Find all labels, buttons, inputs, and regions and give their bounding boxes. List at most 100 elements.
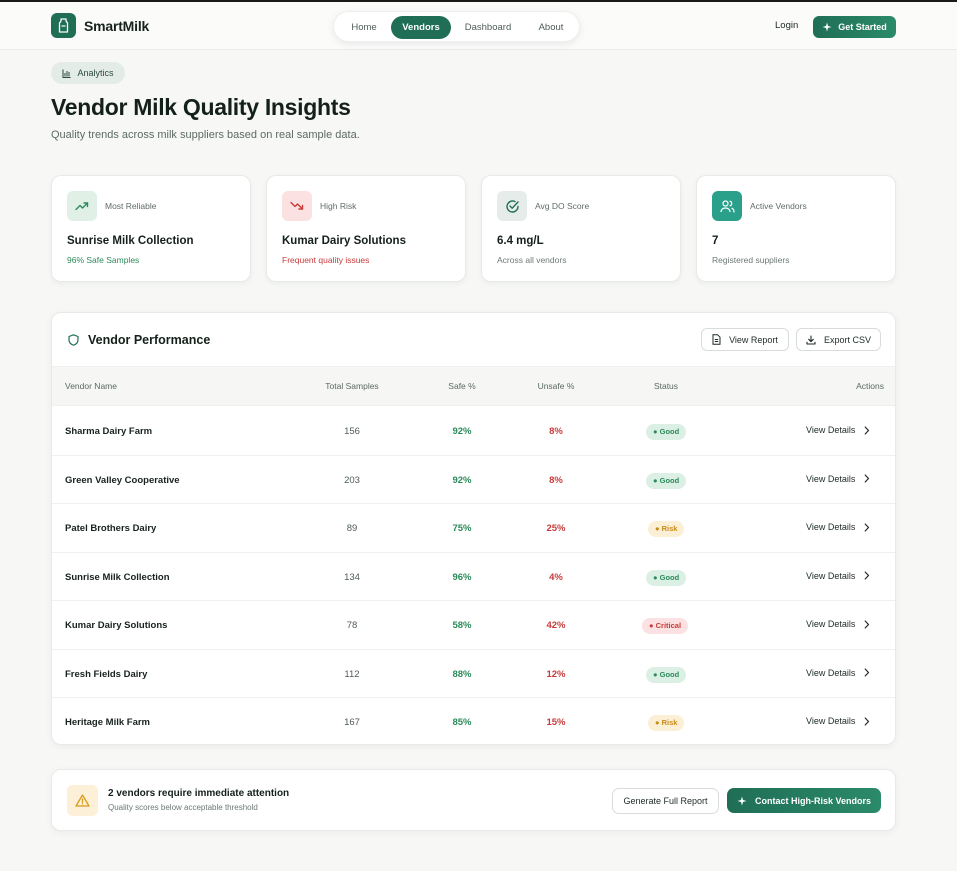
view-details-label: View Details bbox=[806, 425, 856, 435]
status-badge: ● Risk bbox=[648, 521, 685, 537]
view-details-link[interactable]: View Details bbox=[806, 425, 870, 435]
stat-label: Active Vendors bbox=[750, 201, 807, 211]
view-details-label: View Details bbox=[806, 619, 856, 629]
chevron-right-icon bbox=[864, 522, 870, 532]
table-row: Heritage Milk Farm 167 85% 15% ● Risk View De… bbox=[52, 698, 895, 744]
generate-full-report-button[interactable]: Generate Full Report bbox=[612, 788, 719, 814]
contact-high-risk-vendors-button[interactable]: Contact High-Risk Vendors bbox=[727, 788, 881, 813]
view-details-link[interactable]: View Details bbox=[806, 716, 870, 726]
col-unsafe-pct: Unsafe % bbox=[537, 381, 575, 391]
col-actions: Actions bbox=[856, 381, 884, 391]
sparkle-icon bbox=[737, 796, 747, 805]
warning-icon bbox=[67, 785, 98, 816]
vendor-name: Green Valley Cooperative bbox=[65, 474, 180, 486]
panel-title: Vendor Performance bbox=[68, 333, 210, 347]
view-report-button[interactable]: View Report bbox=[701, 328, 789, 351]
trending-up-icon bbox=[67, 191, 97, 221]
document-icon bbox=[712, 334, 721, 345]
col-status: Status bbox=[653, 381, 679, 391]
table-row: Patel Brothers Dairy 89 75% 25% ● Risk View D… bbox=[52, 504, 895, 553]
stat-label: Avg DO Score bbox=[535, 201, 590, 211]
table-row: Sunrise Milk Collection 134 96% 4% ● Good Vie… bbox=[52, 553, 895, 601]
total-samples: 134 bbox=[344, 571, 360, 583]
view-details-link[interactable]: View Details bbox=[806, 522, 870, 532]
table-header: Vendor Name Total Samples Safe % Unsafe … bbox=[52, 366, 895, 406]
vendor-name: Patel Brothers Dairy bbox=[65, 523, 157, 534]
analytics-pill: Analytics bbox=[51, 62, 125, 84]
view-details-link[interactable]: View Details bbox=[806, 619, 870, 629]
chevron-right-icon bbox=[864, 425, 870, 435]
view-details-label: View Details bbox=[806, 522, 856, 532]
chevron-right-icon bbox=[864, 474, 870, 483]
sparkle-icon bbox=[822, 22, 832, 32]
total-samples: 78 bbox=[346, 620, 358, 631]
view-details-link[interactable]: View Details bbox=[806, 474, 870, 484]
brand[interactable]: SmartMilk bbox=[51, 13, 149, 38]
status-label: Good bbox=[659, 669, 680, 679]
panel-title-text: Vendor Performance bbox=[88, 333, 211, 347]
page-subtitle: Quality trends across milk suppliers bas… bbox=[51, 129, 360, 141]
contact-label: Contact High-Risk Vendors bbox=[754, 795, 871, 806]
safe-percent: 75% bbox=[452, 523, 472, 534]
status-badge: ● Good bbox=[646, 424, 687, 440]
attention-alert: 2 vendors require immediate attention Qu… bbox=[51, 769, 896, 831]
unsafe-percent: 4% bbox=[549, 571, 563, 583]
nav-about[interactable]: About bbox=[527, 16, 575, 39]
view-report-label: View Report bbox=[729, 334, 778, 345]
chevron-right-icon bbox=[864, 716, 870, 726]
stat-value: 7 bbox=[712, 235, 719, 247]
nav-home[interactable]: Home bbox=[342, 16, 386, 39]
status-label: Good bbox=[659, 427, 680, 436]
total-samples: 203 bbox=[344, 474, 360, 486]
unsafe-percent: 15% bbox=[546, 717, 566, 728]
download-icon bbox=[806, 334, 816, 345]
vendor-name: Sharma Dairy Farm bbox=[65, 426, 153, 437]
vendor-name: Heritage Milk Farm bbox=[65, 717, 150, 728]
nav-vendors[interactable]: Vendors bbox=[391, 16, 451, 39]
get-started-label: Get Started bbox=[838, 22, 887, 32]
trending-down-icon bbox=[282, 191, 312, 221]
brand-name: SmartMilk bbox=[84, 17, 150, 34]
stat-card-avg-do: Avg DO Score 6.4 mg/L Across all vendors bbox=[481, 175, 681, 282]
stat-note: Registered suppliers bbox=[712, 255, 790, 265]
get-started-button[interactable]: Get Started bbox=[813, 16, 896, 38]
view-details-link[interactable]: View Details bbox=[806, 668, 870, 678]
login-link[interactable]: Login bbox=[775, 20, 798, 31]
unsafe-percent: 8% bbox=[549, 426, 563, 437]
safe-percent: 96% bbox=[452, 571, 472, 583]
vendor-name: Kumar Dairy Solutions bbox=[65, 620, 168, 631]
pill-label: Analytics bbox=[77, 68, 114, 78]
stat-value: 6.4 mg/L bbox=[497, 235, 544, 247]
export-csv-button[interactable]: Export CSV bbox=[796, 328, 881, 351]
bar-chart-icon bbox=[62, 69, 71, 78]
chevron-right-icon bbox=[864, 619, 870, 629]
col-vendor-name: Vendor Name bbox=[65, 381, 117, 391]
page-title: Vendor Milk Quality Insights bbox=[51, 94, 351, 120]
view-details-label: View Details bbox=[806, 716, 856, 726]
alert-subtitle: Quality scores below acceptable threshol… bbox=[108, 803, 258, 812]
alert-title: 2 vendors require immediate attention bbox=[108, 788, 290, 799]
status-badge: ● Good bbox=[646, 569, 687, 586]
stat-note: Frequent quality issues bbox=[282, 255, 370, 265]
stat-note: 96% Safe Samples bbox=[67, 255, 140, 265]
status-label: Risk bbox=[661, 718, 678, 727]
view-details-link[interactable]: View Details bbox=[806, 571, 870, 581]
total-samples: 156 bbox=[344, 426, 360, 437]
vendor-name: Sunrise Milk Collection bbox=[65, 571, 170, 583]
safe-percent: 85% bbox=[452, 717, 472, 728]
table-row: Kumar Dairy Solutions 78 58% 42% ● Critical V… bbox=[52, 601, 895, 650]
table-row: Sharma Dairy Farm 156 92% 8% ● Good View Deta… bbox=[52, 407, 895, 456]
nav-dashboard[interactable]: Dashboard bbox=[458, 16, 518, 39]
unsafe-percent: 25% bbox=[546, 523, 566, 534]
milk-bottle-icon bbox=[51, 13, 76, 38]
chevron-right-icon bbox=[864, 668, 870, 677]
status-label: Risk bbox=[661, 524, 678, 533]
view-details-label: View Details bbox=[806, 570, 856, 581]
stat-label: High Risk bbox=[320, 201, 357, 211]
shield-icon bbox=[68, 334, 79, 346]
chevron-right-icon bbox=[864, 571, 870, 580]
status-label: Good bbox=[659, 475, 680, 485]
stat-value: Kumar Dairy Solutions bbox=[282, 235, 406, 247]
total-samples: 167 bbox=[344, 717, 360, 728]
safe-percent: 58% bbox=[452, 620, 472, 631]
